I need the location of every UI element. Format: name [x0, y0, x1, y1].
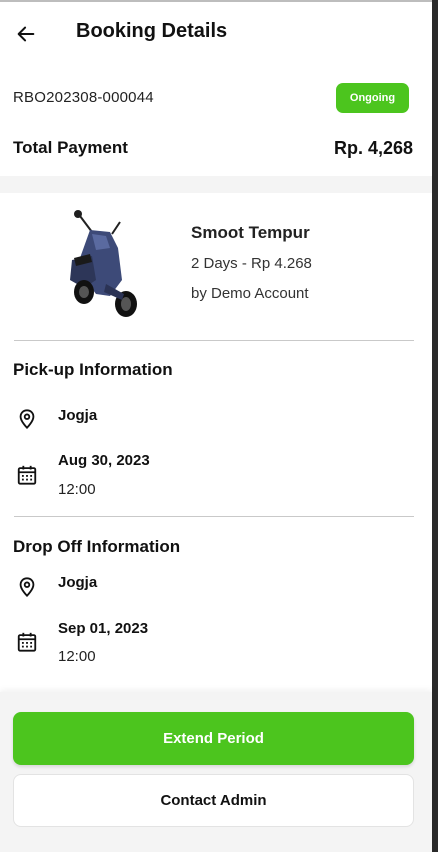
total-payment-label: Total Payment [13, 138, 128, 157]
pickup-section-title: Pick-up Information [13, 360, 173, 379]
product-duration: 2 Days - Rp 4.268 [191, 255, 312, 272]
divider-line [14, 340, 414, 341]
section-divider [0, 176, 432, 193]
dropoff-location: Jogja [58, 574, 98, 591]
pickup-location: Jogja [58, 407, 98, 424]
dropoff-section-title: Drop Off Information [13, 537, 181, 556]
scooter-image [70, 210, 137, 317]
status-badge: Ongoing [336, 83, 409, 113]
divider-line [14, 516, 414, 517]
screen-edge [432, 0, 438, 852]
pickup-time: 12:00 [58, 481, 96, 498]
calendar-icon [17, 632, 37, 652]
product-name: Smoot Tempur [191, 223, 310, 242]
dropoff-time: 12:00 [58, 648, 96, 665]
booking-id: RBO202308-000044 [13, 89, 154, 106]
dropoff-date: Sep 01, 2023 [58, 620, 149, 637]
contact-admin-button[interactable]: Contact Admin [13, 774, 414, 827]
total-payment-value: Rp. 4,268 [333, 138, 413, 158]
arrow-left-icon [17, 26, 35, 42]
pickup-date: Aug 30, 2023 [58, 452, 150, 469]
back-button[interactable] [12, 20, 40, 48]
page-title: Booking Details [76, 20, 228, 42]
location-pin-icon [19, 409, 35, 430]
product-owner: by Demo Account [191, 285, 309, 302]
calendar-icon [17, 465, 37, 485]
extend-period-button[interactable]: Extend Period [13, 712, 414, 765]
location-pin-icon [19, 577, 35, 598]
app-header: Booking Details [0, 2, 432, 64]
